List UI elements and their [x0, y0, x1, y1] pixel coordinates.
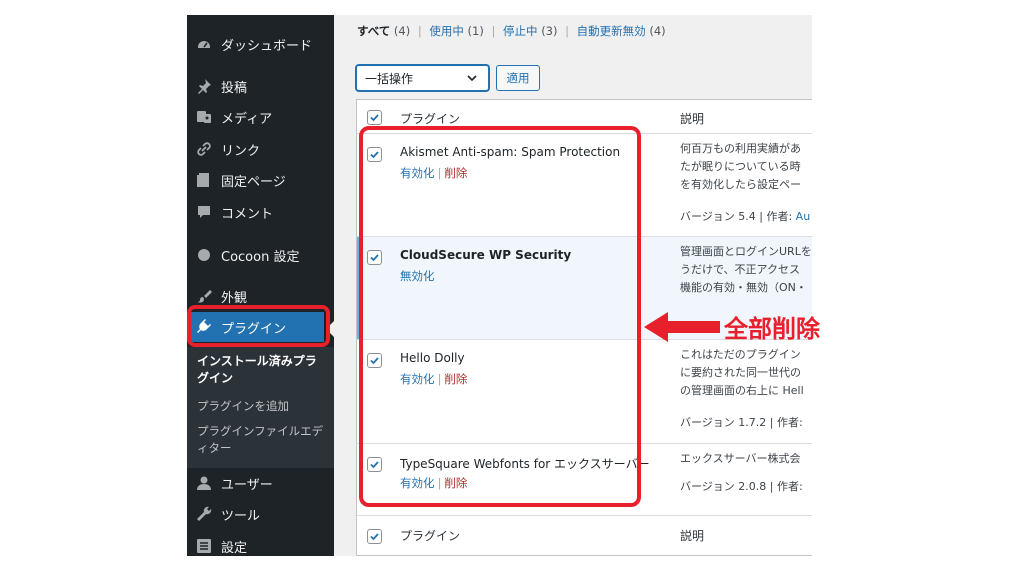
plugins-highlight-frame	[359, 126, 641, 507]
dashboard-icon	[196, 36, 212, 52]
sidebar-item-label: 投稿	[221, 80, 248, 96]
sidebar-item-tools[interactable]: ツール	[187, 499, 334, 529]
plugin-version: バージョン 2.0.8 | 作者:	[680, 480, 803, 493]
chevron-down-icon	[467, 75, 477, 82]
tools-icon	[196, 506, 212, 522]
bulk-action-select[interactable]: 一括操作	[356, 65, 489, 91]
sidebar-item-cocoon-settings[interactable]: Cocoon 設定	[187, 240, 334, 270]
plugin-description: エックスサーバー株式会	[680, 452, 801, 465]
user-icon	[196, 475, 212, 491]
appearance-icon	[196, 288, 212, 304]
bulk-action-selected: 一括操作	[365, 71, 414, 86]
plugin-status-filters: すべて (4) | 使用中 (1) | 停止中 (3) | 自動更新無効 (4)	[357, 24, 666, 38]
annotation-delete-all: 全部削除	[724, 315, 820, 343]
sidebar-item-media[interactable]: メディア	[187, 102, 334, 132]
sidebar-item-pages[interactable]: 固定ページ	[187, 165, 334, 195]
comment-icon	[196, 204, 212, 220]
sidebar-item-label: 固定ページ	[221, 174, 286, 190]
column-header-plugin[interactable]: プラグイン	[400, 110, 460, 127]
filter-autoupdate-off-link[interactable]: 自動更新無効	[577, 24, 646, 38]
sidebar-item-label: Cocoon 設定	[221, 249, 300, 265]
sidebar-item-label: リンク	[221, 143, 261, 159]
sidebar-item-label: ユーザー	[221, 477, 273, 493]
filter-active-count: (1)	[467, 24, 484, 38]
cocoon-icon	[196, 247, 212, 263]
sidebar-item-dashboard[interactable]: ダッシュボード	[187, 29, 334, 59]
select-all-checkbox[interactable]	[367, 110, 382, 125]
sidebar-item-label: メディア	[221, 111, 273, 127]
sidebar-item-label: 外観	[221, 290, 248, 306]
plugin-description: これはただのプラグイン に要約された同一世代の の管理画面の右上に Hell	[680, 348, 804, 397]
link-icon	[196, 141, 212, 157]
filter-all-count: (4)	[393, 24, 411, 38]
admin-sidebar: ダッシュボード 投稿 メディア リンク 固定ページ コメント Cocoon 設定…	[187, 15, 334, 556]
page-icon	[196, 172, 212, 188]
plugin-description: 何百万もの利用実績があ たが眠りについている時 を有効化したら設定ペー	[680, 142, 801, 191]
table-footer-row: プラグイン 説明	[357, 516, 812, 555]
settings-icon	[196, 538, 212, 554]
pin-icon	[196, 78, 212, 94]
plugins-submenu: インストール済みプラグイン プラグインを追加 プラグインファイルエディター	[187, 347, 334, 468]
sidebar-item-links[interactable]: リンク	[187, 134, 334, 164]
select-all-checkbox-footer[interactable]	[367, 529, 382, 544]
apply-button[interactable]: 適用	[496, 65, 540, 91]
sidebar-item-label: ツール	[221, 508, 261, 524]
submenu-plugin-file-editor[interactable]: プラグインファイルエディター	[197, 423, 327, 457]
arrow-left-icon	[644, 312, 720, 342]
checkmark-icon	[370, 114, 379, 122]
author-link[interactable]: Au	[796, 210, 811, 223]
sidebar-item-label: コメント	[221, 206, 274, 222]
filter-autoupdate-off-count: (4)	[649, 24, 666, 38]
filter-inactive-count: (3)	[541, 24, 558, 38]
submenu-add-plugin[interactable]: プラグインを追加	[197, 398, 327, 415]
column-footer-plugin[interactable]: プラグイン	[400, 527, 460, 544]
filter-all-label[interactable]: すべて	[357, 24, 390, 38]
column-footer-description: 説明	[680, 529, 705, 543]
sidebar-item-posts[interactable]: 投稿	[187, 71, 334, 101]
column-header-description: 説明	[680, 112, 705, 126]
sidebar-item-settings[interactable]: 設定	[187, 531, 334, 556]
checkmark-icon	[370, 533, 379, 541]
sidebar-item-comments[interactable]: コメント	[187, 197, 334, 227]
plugin-description: 管理画面とログインURLを うだけで、不正アクセス 機能の有効・無効（ON・	[680, 245, 812, 294]
sidebar-item-users[interactable]: ユーザー	[187, 468, 334, 498]
sidebar-item-label: 設定	[221, 540, 248, 556]
filter-inactive-link[interactable]: 停止中	[503, 24, 538, 38]
sidebar-highlight-frame	[187, 305, 330, 347]
plugin-version: バージョン 5.4 | 作者: Au	[680, 210, 811, 223]
media-icon	[196, 109, 212, 125]
plugin-version: バージョン 1.7.2 | 作者:	[680, 416, 803, 429]
filter-active-link[interactable]: 使用中	[429, 24, 464, 38]
sidebar-item-label: ダッシュボード	[221, 38, 313, 54]
submenu-installed-plugins[interactable]: インストール済みプラグイン	[197, 353, 327, 387]
